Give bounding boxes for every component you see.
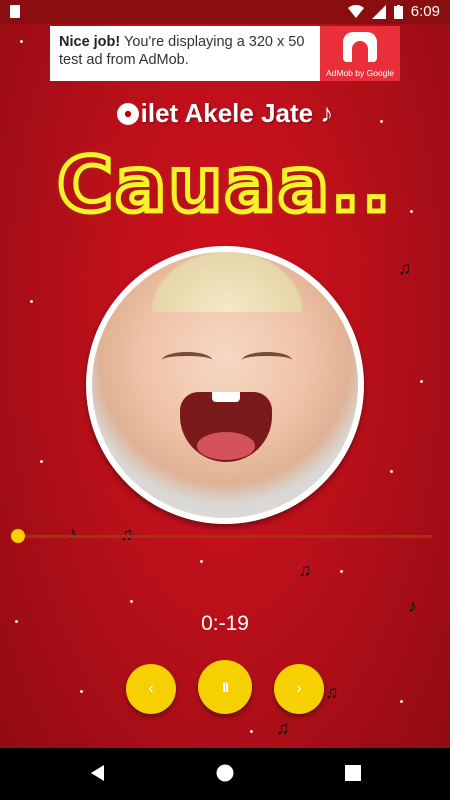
pause-icon: II [222,679,229,695]
wifi-icon [347,4,364,18]
music-note-icon: ♫ [276,718,290,738]
song-title: ilet Akele Jate ♪ [0,98,450,129]
time-label: 0:-19 [201,612,249,635]
album-art-image [92,252,358,518]
navigation-bar [0,748,450,800]
music-note-icon: ♫ [325,682,339,702]
ad-headline: Nice job! [59,34,121,50]
disc-icon [116,103,139,125]
back-icon[interactable] [88,763,108,783]
music-note-icon: ♫ [398,258,412,278]
previous-icon: ‹ [148,680,154,697]
pause-button[interactable]: II [198,660,252,714]
album-art [86,246,364,524]
music-note-icon: ♪ [313,98,334,128]
ad-brand: AdMob by Google [325,68,395,78]
ad-banner[interactable]: Nice job! You're displaying a 320 x 50 t… [50,26,400,81]
admob-logo[interactable]: AdMob by Google [320,26,400,81]
previous-button[interactable]: ‹ [126,664,176,714]
sd-card-icon [10,5,20,18]
status-bar: 6:09 [0,0,450,24]
status-icons: 6:09 [347,3,440,20]
seek-bar[interactable] [11,529,432,543]
stylized-title: Cauaa.. [55,138,393,232]
music-note-icon: ♪ [68,523,77,543]
recents-icon[interactable] [343,763,363,783]
music-note-icon: ♫ [298,560,312,580]
cell-signal-icon [371,4,386,19]
admob-logo-icon [343,32,377,62]
status-time: 6:09 [410,3,440,20]
battery-icon [393,4,403,19]
seek-thumb[interactable] [11,529,25,543]
song-title-text: ilet Akele Jate [140,98,314,128]
next-button[interactable]: › [274,664,324,714]
ad-text[interactable]: Nice job! You're displaying a 320 x 50 t… [50,26,320,81]
next-icon: › [296,680,302,697]
home-icon[interactable] [215,763,235,783]
